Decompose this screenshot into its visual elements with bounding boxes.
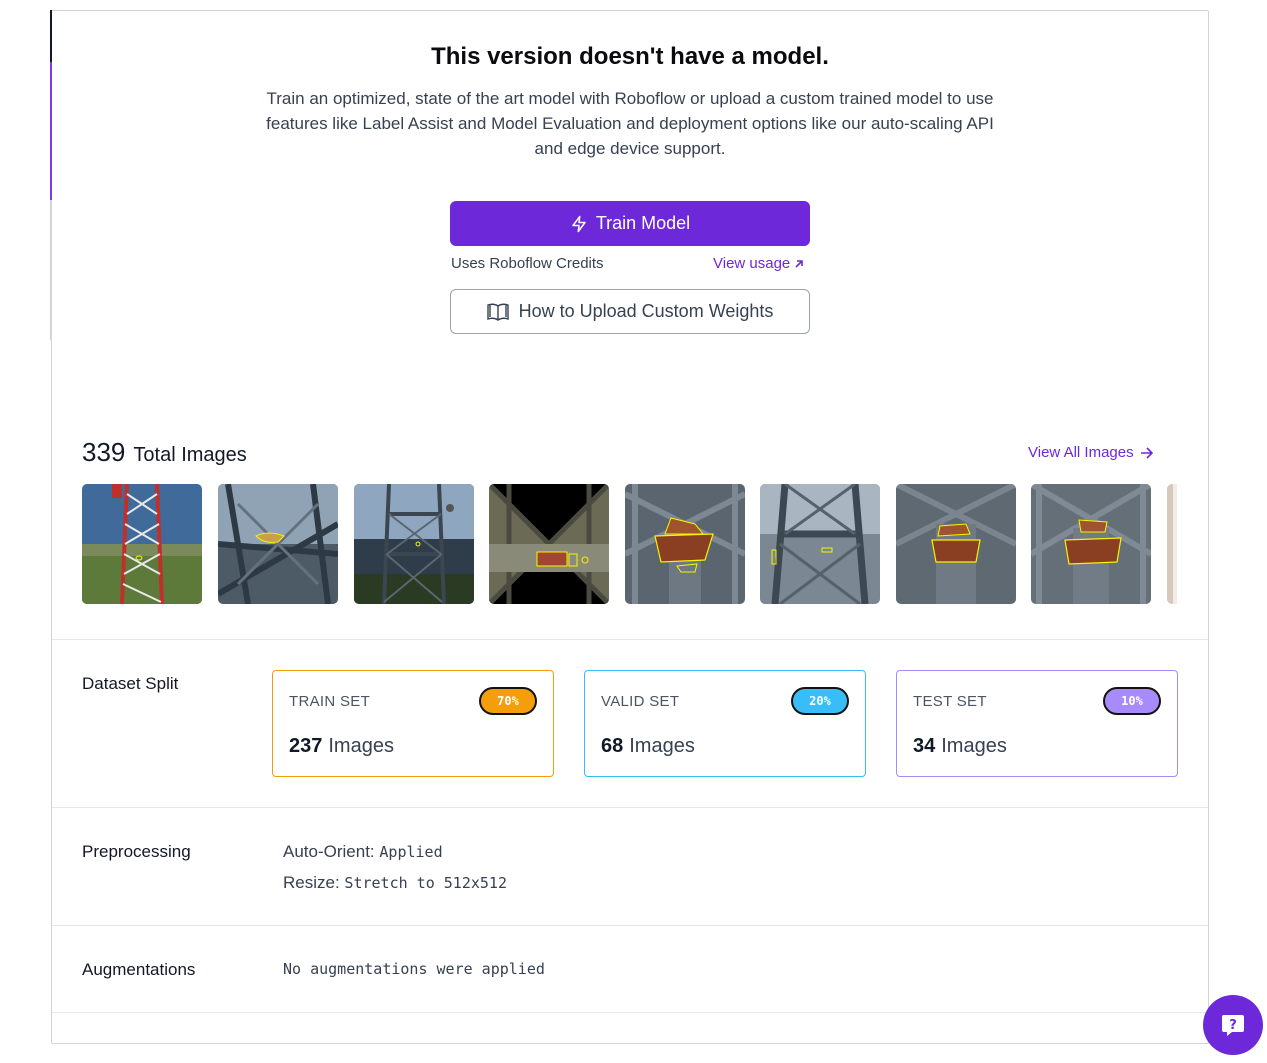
- dataset-split-label: Dataset Split: [82, 674, 179, 693]
- total-images: 339 Total Images: [82, 437, 247, 468]
- test-set-count-value: 34: [913, 735, 936, 757]
- preprocessing-key: Auto-Orient:: [283, 842, 375, 861]
- test-set-card: TEST SET 10% 34 Images: [896, 670, 1178, 777]
- valid-set-count-unit: Images: [629, 735, 695, 757]
- test-set-title: TEST SET: [913, 693, 987, 710]
- train-set-title: TRAIN SET: [289, 693, 371, 710]
- augmentations-value: No augmentations were applied: [283, 960, 545, 978]
- train-model-button[interactable]: Train Model: [450, 201, 810, 246]
- credits-note: Uses Roboflow Credits: [451, 255, 604, 272]
- panel-edge-accent-purple: [50, 62, 52, 200]
- test-set-count-unit: Images: [941, 735, 1007, 757]
- no-model-description: Train an optimized, state of the art mod…: [266, 89, 994, 158]
- image-thumbnail[interactable]: [896, 484, 1016, 604]
- preprocessing-item: Resize: Stretch to 512x512: [283, 873, 507, 893]
- image-thumbnail[interactable]: [760, 484, 880, 604]
- valid-set-percent-badge: 20%: [791, 687, 849, 715]
- view-usage-label: View usage: [713, 255, 791, 272]
- total-images-label: Total Images: [133, 444, 247, 466]
- train-set-count-value: 237: [289, 735, 323, 757]
- test-set-percent-badge: 10%: [1103, 687, 1161, 715]
- valid-set-title: VALID SET: [601, 693, 680, 710]
- preprocessing-value: Applied: [379, 843, 443, 861]
- train-model-label: Train Model: [595, 213, 691, 233]
- valid-set-card: VALID SET 20% 68 Images: [584, 670, 866, 777]
- image-thumbnail[interactable]: [218, 484, 338, 604]
- image-thumbnail[interactable]: [625, 484, 745, 604]
- preprocessing-item: Auto-Orient: Applied: [283, 842, 443, 862]
- panel-edge-line: [50, 200, 51, 340]
- view-all-images-link[interactable]: View All Images: [1028, 444, 1154, 461]
- section-divider: [52, 1012, 1208, 1013]
- image-thumbnail[interactable]: [1031, 484, 1151, 604]
- upload-custom-weights-label: How to Upload Custom Weights: [518, 301, 774, 321]
- upload-custom-weights-button[interactable]: How to Upload Custom Weights: [450, 289, 810, 334]
- external-arrow-icon: [795, 259, 804, 268]
- augmentations-label: Augmentations: [82, 960, 196, 979]
- arrow-right-icon: [1140, 446, 1153, 459]
- image-thumbnails: [82, 484, 1177, 604]
- view-usage-link[interactable]: View usage: [713, 255, 805, 272]
- svg-text:?: ?: [1229, 1018, 1237, 1033]
- section-divider: [52, 925, 1208, 926]
- valid-set-count-value: 68: [601, 735, 624, 757]
- preprocessing-value: Stretch to 512x512: [344, 874, 507, 892]
- book-icon: [486, 303, 509, 321]
- preprocessing-key: Resize:: [283, 873, 340, 892]
- total-images-count: 339: [82, 437, 126, 467]
- help-chat-icon: ?: [1222, 1015, 1244, 1036]
- image-thumbnail[interactable]: [489, 484, 609, 604]
- no-model-title: This version doesn't have a model.: [431, 43, 829, 70]
- preprocessing-label: Preprocessing: [82, 842, 191, 861]
- train-set-count-unit: Images: [328, 735, 394, 757]
- image-thumbnail[interactable]: [354, 484, 474, 604]
- image-thumbnail[interactable]: [1167, 484, 1177, 604]
- help-chat-button[interactable]: ?: [1203, 995, 1263, 1055]
- lightning-icon: [572, 215, 586, 232]
- train-set-percent-badge: 70%: [479, 687, 537, 715]
- train-set-card: TRAIN SET 70% 237 Images: [272, 670, 554, 777]
- test-set-count: 34 Images: [913, 735, 1007, 758]
- train-set-count: 237 Images: [289, 735, 394, 758]
- image-thumbnail[interactable]: [82, 484, 202, 604]
- section-divider: [52, 807, 1208, 808]
- section-divider: [52, 639, 1208, 640]
- valid-set-count: 68 Images: [601, 735, 695, 758]
- view-all-images-label: View All Images: [1028, 444, 1134, 461]
